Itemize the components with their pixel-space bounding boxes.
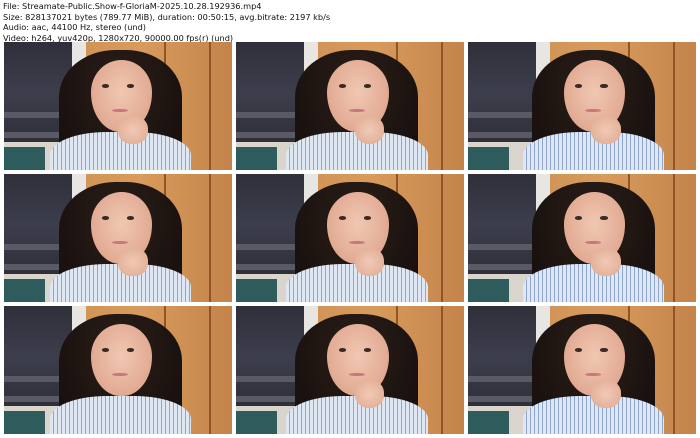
video-frame-thumbnail — [236, 174, 464, 302]
video-frame-thumbnail — [468, 306, 696, 434]
file-name-text: File: Streamate-Public.Show-f-GloriaM-20… — [3, 1, 262, 11]
video-frame-thumbnail — [4, 306, 232, 434]
thumbnail-grid — [4, 42, 696, 435]
video-frame-thumbnail — [468, 42, 696, 170]
video-frame-thumbnail — [236, 306, 464, 434]
file-info-header: File: Streamate-Public.Show-f-GloriaM-20… — [3, 1, 330, 43]
video-frame-thumbnail — [236, 42, 464, 170]
video-frame-thumbnail — [4, 174, 232, 302]
video-frame-thumbnail — [468, 174, 696, 302]
audio-info-text: Audio: aac, 44100 Hz, stereo (und) — [3, 22, 146, 33]
video-frame-thumbnail — [4, 42, 232, 170]
file-size-text: Size: 828137021 bytes (789.77 MiB), dura… — [3, 11, 331, 22]
